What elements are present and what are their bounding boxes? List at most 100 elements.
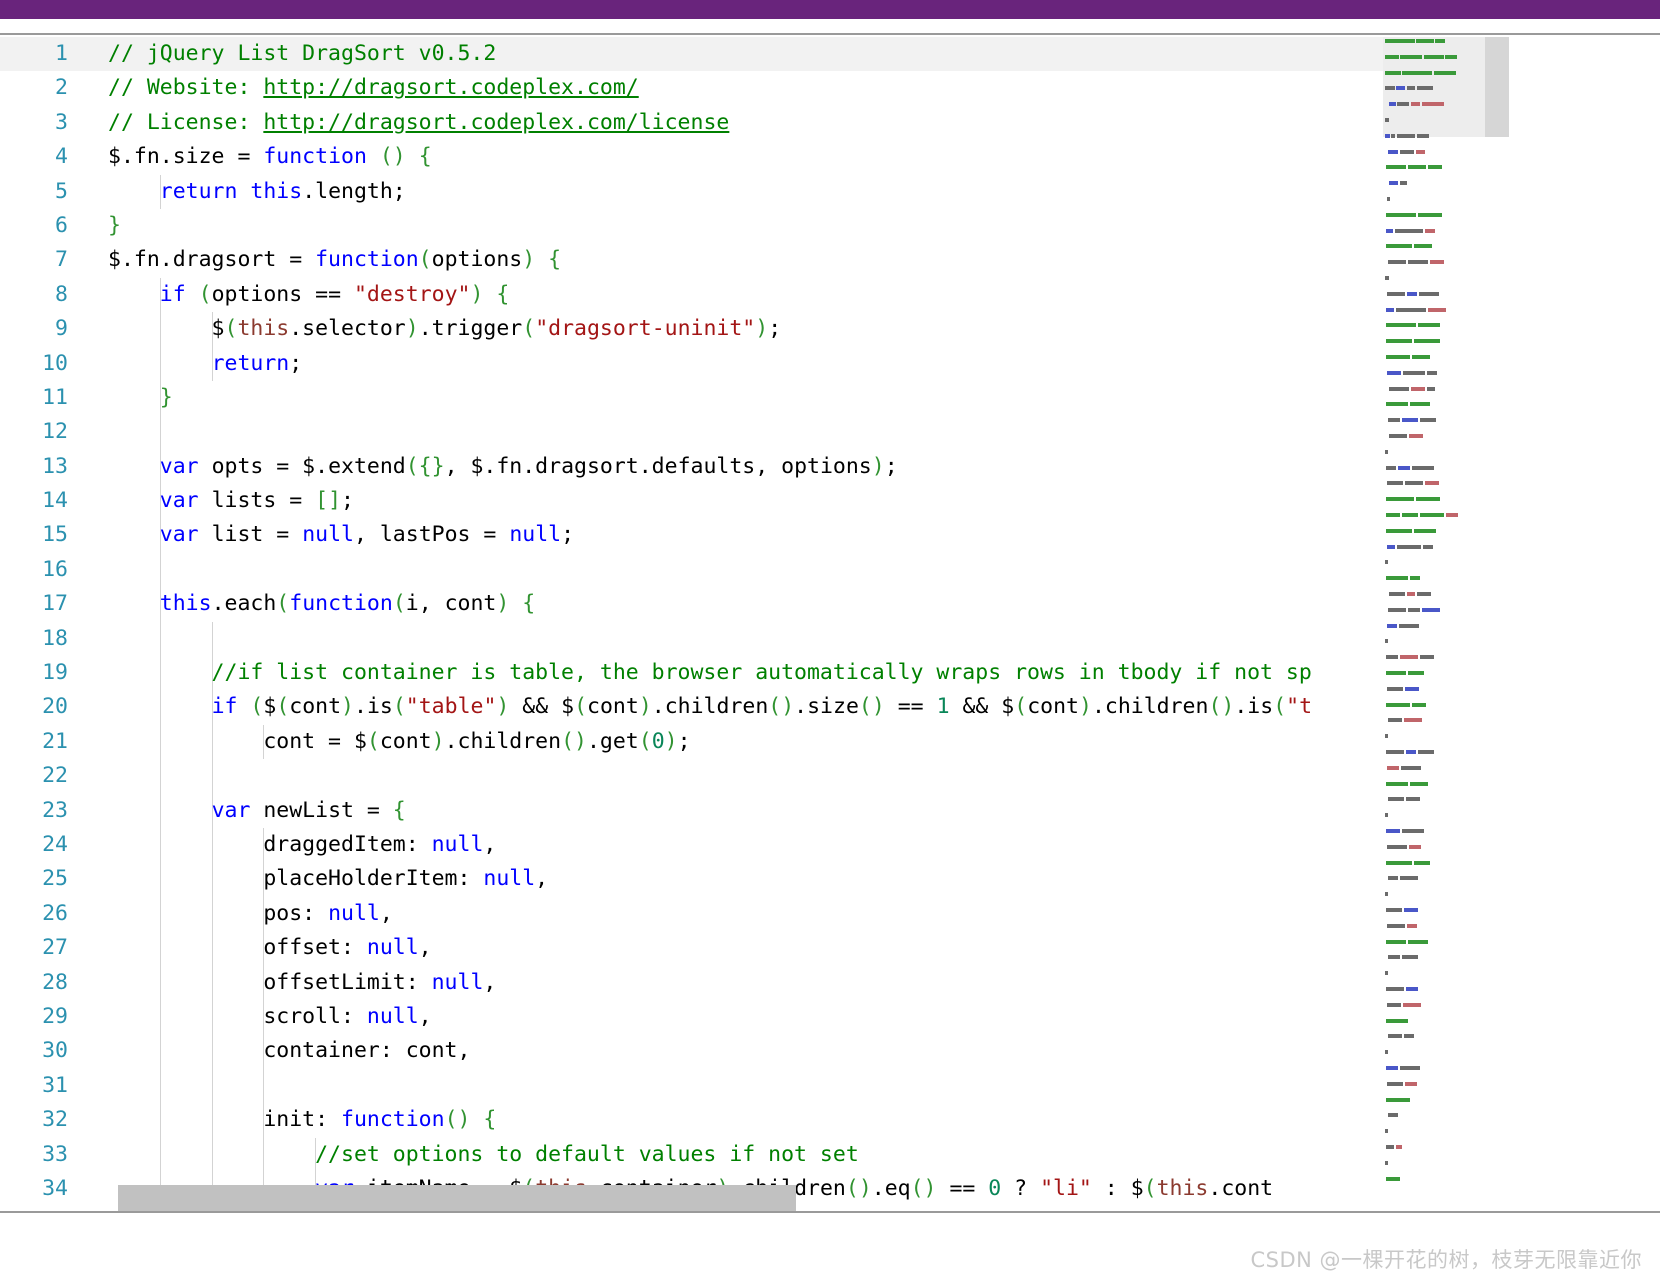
code-line[interactable]: 22 <box>0 759 1383 794</box>
code-line[interactable]: 12 <box>0 415 1383 450</box>
code-line[interactable]: 18 <box>0 621 1383 657</box>
minimap-segment <box>1446 513 1458 517</box>
minimap-row <box>1383 843 1485 851</box>
minimap-segment <box>1414 244 1432 249</box>
minimap-row <box>1383 574 1485 582</box>
minimap-segment <box>1423 544 1433 549</box>
code-line[interactable]: 5 return this.length; <box>0 174 1383 209</box>
line-number: 3 <box>55 109 68 135</box>
minimap-segment <box>1387 923 1405 928</box>
code-token: ; <box>341 488 354 514</box>
minimap-row <box>1383 811 1485 819</box>
code-token: ( <box>250 694 264 720</box>
vertical-scrollbar-thumb[interactable] <box>1485 37 1509 137</box>
line-content: $.fn.size = function () { <box>108 140 432 174</box>
code-line[interactable]: 19 //if list container is table, the bro… <box>0 656 1383 691</box>
code-line[interactable]: 2 // Website: http://dragsort.codeplex.co… <box>0 71 1383 105</box>
minimap-segment <box>1401 765 1421 770</box>
minimap-segment <box>1386 307 1394 312</box>
code-line[interactable]: 15 var list = null, lastPos = null; <box>0 518 1383 553</box>
code-line[interactable]: 26 pos: null, <box>0 896 1383 932</box>
minimap-row <box>1383 748 1485 756</box>
minimap-segment <box>1388 149 1398 154</box>
line-number: 30 <box>42 1038 68 1064</box>
code-line[interactable]: 6} <box>0 209 1383 243</box>
code-line[interactable]: 9 $(this.selector).trigger("dragsort-uni… <box>0 312 1383 347</box>
minimap-segment <box>1385 70 1401 75</box>
code-line[interactable]: 21 cont = $(cont).children().get(0); <box>0 724 1383 760</box>
line-number: 27 <box>42 935 68 961</box>
minimap-segment <box>1400 54 1422 59</box>
code-line[interactable]: 33 //set options to default values if no… <box>0 1137 1383 1172</box>
minimap-segment <box>1396 1145 1402 1149</box>
code-line[interactable]: 7 $.fn.dragsort = function(options) { <box>0 243 1383 277</box>
vertical-scrollbar-track[interactable] <box>1485 37 1509 1213</box>
code-line[interactable]: 11 } <box>0 380 1383 416</box>
code-token: cont <box>1027 694 1079 720</box>
minimap-row <box>1383 511 1485 519</box>
minimap-segment <box>1410 576 1420 581</box>
minimap-segment <box>1386 1066 1398 1070</box>
minimap-segment <box>1400 655 1418 660</box>
line-content: var opts = $.extend({}, $.fn.dragsort.de… <box>108 450 898 484</box>
code-line[interactable]: 10 return; <box>0 346 1383 381</box>
code-line[interactable]: 23 var newList = { <box>0 793 1383 828</box>
code-line[interactable]: 8 if (options == "destroy") { <box>0 277 1383 313</box>
minimap-segment <box>1400 149 1414 154</box>
line-number: 23 <box>42 797 68 823</box>
minimap-segment <box>1407 291 1417 296</box>
code-line[interactable]: 30 container: cont, <box>0 1034 1383 1069</box>
minimap-segment <box>1386 671 1406 675</box>
code-line[interactable]: 28 offsetLimit: null, <box>0 965 1383 1000</box>
code-line[interactable]: 13 var opts = $.extend({}, $.fn.dragsort… <box>0 449 1383 485</box>
minimap-segment <box>1420 655 1434 660</box>
code-line[interactable]: 20 if ($(cont).is("table") && $(cont).ch… <box>0 690 1383 725</box>
minimap-row <box>1383 653 1485 661</box>
minimap-row <box>1383 448 1485 456</box>
minimap-segment <box>1387 481 1403 486</box>
code-line[interactable]: 24 draggedItem: null, <box>0 827 1383 863</box>
code-token: return <box>159 178 238 204</box>
code-line[interactable]: 3 // License: http://dragsort.codeplex.co… <box>0 106 1383 140</box>
code-line[interactable]: 4 $.fn.size = function () { <box>0 140 1383 174</box>
minimap-row <box>1383 163 1485 171</box>
minimap-segment <box>1417 592 1431 596</box>
minimap-segment <box>1386 323 1416 328</box>
code-line[interactable]: 14 var lists = []; <box>0 484 1383 519</box>
minimap-segment <box>1387 623 1397 628</box>
code-editor[interactable]: 1 // jQuery List DragSort v0.5.2 2 // Websi… <box>0 33 1660 1213</box>
minimap-segment <box>1389 181 1398 186</box>
code-line[interactable]: 31 <box>0 1068 1383 1104</box>
minimap-segment <box>1405 686 1419 691</box>
minimap-row <box>1383 685 1485 693</box>
minimap-row <box>1383 780 1485 788</box>
code-line[interactable]: 16 <box>0 552 1383 588</box>
line-content: offset: null, <box>108 931 431 965</box>
minimap-segment <box>1402 955 1418 960</box>
code-line[interactable]: 25 placeHolderItem: null, <box>0 862 1383 897</box>
window-titlebar <box>0 0 1660 19</box>
minimap-segment <box>1386 1018 1408 1023</box>
code-token: .get <box>586 728 639 754</box>
code-token: "destroy" <box>353 281 471 307</box>
code-line[interactable]: 29 scroll: null, <box>0 999 1383 1035</box>
minimap-segment <box>1425 481 1439 486</box>
code-line[interactable]: 17 this.each(function(i, cont) { <box>0 587 1383 622</box>
horizontal-scrollbar-thumb[interactable] <box>118 1185 796 1211</box>
code-line[interactable]: 27 offset: null, <box>0 931 1383 966</box>
line-number: 31 <box>42 1072 68 1098</box>
code-token: null <box>302 522 354 548</box>
editor-minimap[interactable] <box>1383 37 1485 1213</box>
code-token: { <box>418 144 432 170</box>
code-line[interactable]: 1 // jQuery List DragSort v0.5.2 <box>0 37 1383 72</box>
code-token: ( <box>198 281 212 307</box>
code-line[interactable]: 32 init: function() { <box>0 1103 1383 1138</box>
minimap-segment <box>1387 1081 1403 1086</box>
code-token: cont <box>289 694 342 720</box>
minimap-segment <box>1387 370 1401 375</box>
code-token: null <box>431 969 484 995</box>
code-lines-container[interactable]: 1 // jQuery List DragSort v0.5.2 2 // Websi… <box>0 37 1383 1213</box>
minimap-segment <box>1417 133 1429 138</box>
minimap-row <box>1383 432 1485 440</box>
